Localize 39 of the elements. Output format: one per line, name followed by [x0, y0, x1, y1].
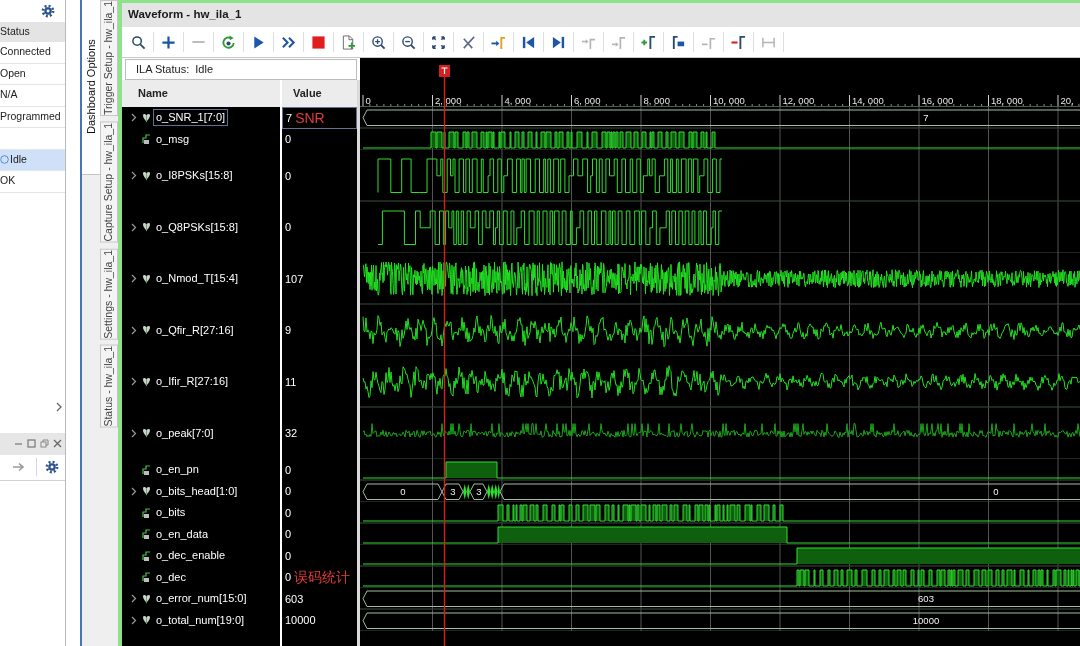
time-tick-label: 14, 000 [852, 95, 884, 106]
time-tick-label: 12, 000 [782, 95, 815, 106]
signal-value: 0 [285, 462, 292, 478]
signal-value: 32 [285, 426, 298, 441]
bus-value-label: 10000 [912, 614, 940, 626]
time-tick-label: 4, 000 [504, 95, 531, 106]
bus-value-label: 3 [450, 485, 456, 497]
annotation-text: 误码统计 [294, 569, 351, 586]
signal-value: 0 [285, 168, 292, 184]
annotation-text: SNR [295, 109, 325, 126]
signal-value: 10000 [285, 613, 316, 628]
bus-value-label: 3 [476, 485, 482, 497]
signal-value: 0 [285, 570, 292, 585]
window-title: Waveform - hw_ila_1 [128, 7, 242, 23]
time-tick-label: 8, 000 [643, 95, 670, 106]
signal-value: 9 [285, 323, 292, 338]
signal-value: 7 [286, 110, 293, 126]
bus-value-label: 7 [923, 112, 929, 124]
signal-value: 0 [285, 220, 292, 235]
signal-value: 603 [285, 591, 304, 607]
time-tick-label: 6, 000 [574, 95, 601, 106]
bus-value-label: 0 [993, 485, 999, 497]
time-tick-label: 20, [1060, 95, 1074, 106]
signal-value: 107 [285, 271, 304, 287]
time-tick-label: 0 [365, 95, 371, 106]
signal-value: 0 [285, 527, 292, 542]
status-field: ILA Status: Idle [125, 59, 357, 80]
bus-value-label: 603 [918, 593, 934, 605]
time-tick-label: 18, 000 [991, 95, 1023, 106]
signal-value: 11 [285, 374, 297, 390]
time-tick-label: 10, 000 [713, 95, 745, 106]
signal-value: 0 [285, 548, 292, 564]
signal-value: 0 [285, 505, 292, 521]
signal-value: 0 [285, 484, 292, 499]
time-tick-label: 2, 000 [435, 95, 462, 106]
bus-value-label: 0 [400, 485, 406, 497]
column-header: Status [0, 22, 65, 42]
signal-value: 0 [285, 132, 292, 147]
time-tick-label: 16, 000 [921, 95, 954, 106]
